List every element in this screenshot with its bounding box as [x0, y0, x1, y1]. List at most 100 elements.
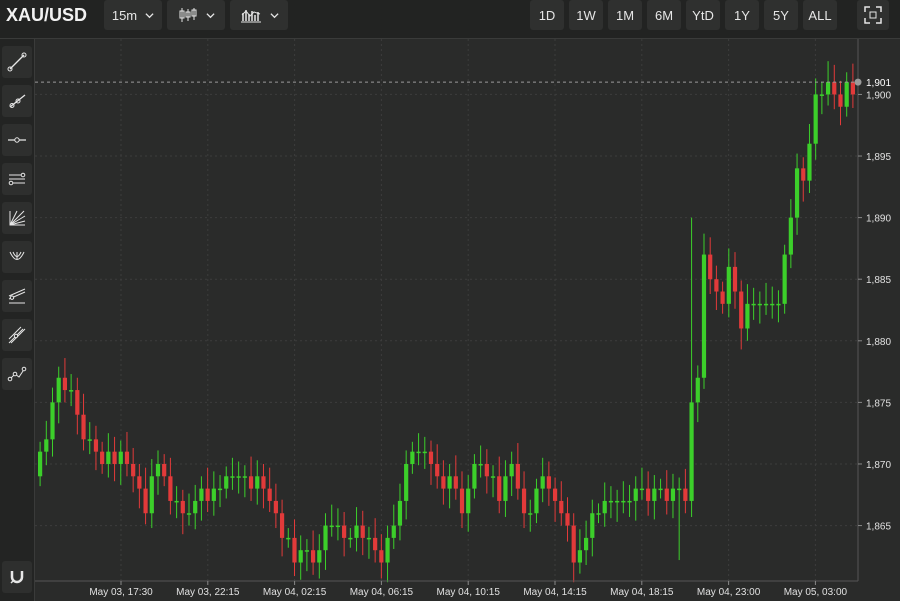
candle-body [565, 513, 570, 526]
price-chart[interactable]: 1,865 1,870 1,875 1,880 1,885 1,890 1,895 1,900… [0, 0, 900, 601]
candle-body [261, 476, 266, 489]
candle-body [639, 488, 645, 491]
candle-body [62, 377, 68, 391]
candle-body [739, 291, 744, 329]
candle-body [298, 550, 303, 563]
plot-background [35, 39, 858, 581]
candle-body [168, 476, 173, 501]
candle-body [714, 279, 719, 292]
candle-body [279, 513, 285, 538]
candle-body [708, 254, 713, 280]
candle-body [509, 463, 514, 477]
candle-body [404, 463, 409, 501]
candle-body [670, 488, 676, 501]
y-tick-label: 1,875 [866, 398, 891, 409]
candle-body [701, 254, 707, 378]
candle-body [447, 476, 452, 489]
candle-body [56, 377, 61, 403]
candle-body [255, 476, 260, 489]
y-tick-label: 1,880 [866, 337, 891, 348]
candle-body [552, 488, 558, 501]
candle-body [162, 463, 167, 477]
candle-body [366, 537, 372, 540]
candle-body [770, 303, 775, 306]
x-tick-label: May 04, 02:15 [263, 587, 327, 598]
candle-body [87, 439, 92, 441]
candle-body [435, 463, 440, 477]
candle-body [379, 550, 384, 563]
candle-body [193, 500, 198, 514]
candle-body [397, 500, 403, 526]
candle-body [124, 451, 130, 464]
y-tick-label: 1,895 [866, 152, 891, 163]
candle-body [416, 451, 421, 454]
candle-body [143, 488, 148, 514]
candle-body [652, 488, 657, 501]
candle-body [751, 303, 756, 306]
candle-body [850, 82, 855, 95]
candle-body [838, 94, 843, 107]
candle-body [571, 525, 576, 563]
candle-body [242, 476, 247, 478]
candle-body [118, 451, 123, 464]
candle-body [230, 476, 235, 478]
candle-body [311, 550, 316, 563]
candle-body [422, 451, 427, 454]
candle-body [590, 513, 595, 538]
candle-body [515, 463, 520, 489]
candle-body [106, 451, 111, 464]
candle-body [304, 550, 309, 552]
x-tick-label: May 05, 03:00 [784, 587, 848, 598]
candle-body [248, 476, 254, 489]
candle-body [819, 94, 824, 96]
candle-body [186, 513, 192, 515]
candle-body [199, 488, 204, 501]
candle-body [664, 488, 669, 501]
x-tick-label: May 04, 23:00 [697, 587, 761, 598]
candle-body [342, 525, 347, 538]
candle-body [596, 513, 601, 515]
candle-body [137, 476, 142, 489]
candle-body [602, 500, 607, 514]
candle-body [540, 476, 545, 489]
candle-body [391, 525, 396, 538]
candle-body [646, 488, 651, 501]
candle-body [794, 168, 800, 218]
x-tick-label: May 04, 18:15 [610, 587, 674, 598]
candle-body [410, 451, 415, 464]
candle-body [788, 217, 793, 255]
candle-body [577, 550, 582, 563]
candle-body [478, 463, 483, 466]
candle-body [81, 414, 86, 440]
candle-body [292, 537, 297, 563]
candle-body [75, 390, 80, 415]
candle-body [757, 303, 762, 306]
candle-body [323, 525, 328, 551]
candle-body [317, 550, 322, 563]
candle-body [677, 488, 682, 491]
x-tick-label: May 04, 06:15 [350, 587, 414, 598]
y-axis-labels: 1,865 1,870 1,875 1,880 1,885 1,890 1,895 1,900 [858, 90, 891, 533]
candle-body [490, 476, 496, 478]
candle-body [683, 488, 688, 501]
candle-body [131, 463, 136, 477]
y-tick-label: 1,885 [866, 275, 891, 286]
candle-body [813, 94, 818, 144]
candle-body [44, 439, 49, 452]
candle-body [286, 537, 291, 540]
y-tick-label: 1,890 [866, 214, 891, 225]
candle-body [385, 537, 390, 563]
candle-body [205, 488, 210, 501]
candle-body [273, 500, 278, 514]
candle-body [348, 537, 353, 540]
candle-body [584, 537, 589, 551]
candle-body [763, 303, 769, 306]
x-tick-label: May 04, 14:15 [523, 587, 587, 598]
candle-body [441, 476, 446, 489]
candle-body [224, 476, 229, 489]
y-tick-label: 1,900 [866, 90, 891, 101]
candle-body [844, 82, 849, 107]
candle-body [360, 525, 365, 538]
candle-body [112, 451, 117, 464]
x-tick-label: May 03, 22:15 [176, 587, 240, 598]
